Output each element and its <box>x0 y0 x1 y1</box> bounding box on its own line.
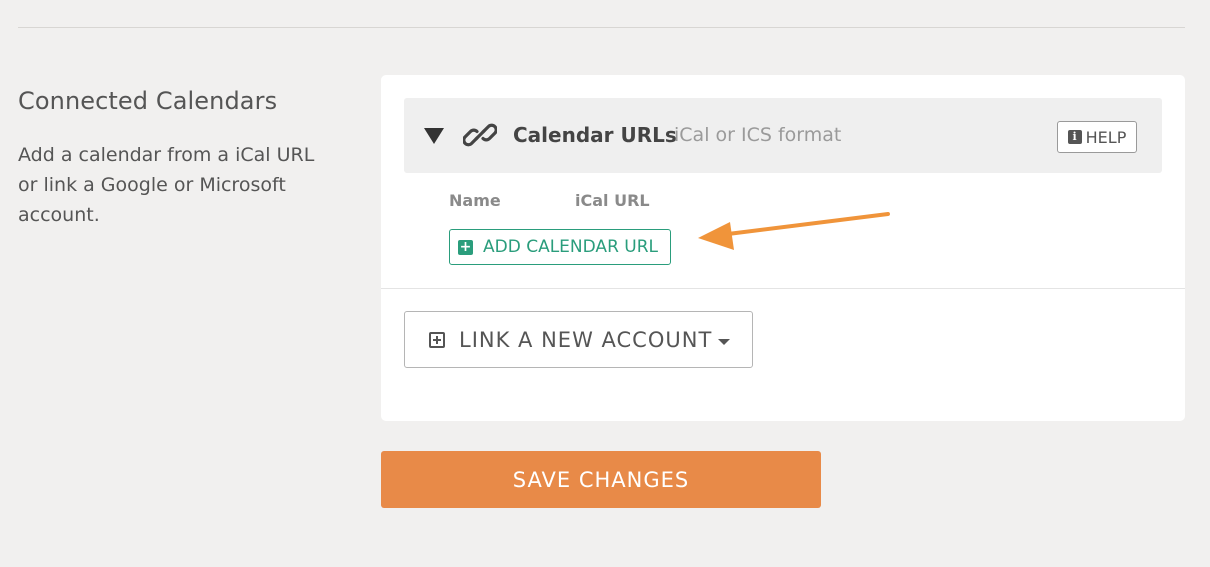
help-label: HELP <box>1085 127 1127 147</box>
help-button[interactable]: i HELP <box>1057 121 1137 153</box>
chain-link-icon <box>463 123 497 147</box>
add-calendar-url-label: ADD CALENDAR URL <box>483 237 659 257</box>
calendar-urls-title: Calendar URLs <box>513 123 677 147</box>
calendar-urls-header: Calendar URLs iCal or ICS format i HELP <box>404 98 1162 173</box>
column-header-ical-url: iCal URL <box>575 191 650 210</box>
triangle-down-icon[interactable] <box>424 128 444 144</box>
link-new-account-label: LINK A NEW ACCOUNT <box>459 327 713 352</box>
info-icon: i <box>1067 130 1082 144</box>
card-divider <box>381 288 1185 289</box>
section-description: Add a calendar from a iCal URL or link a… <box>18 144 315 226</box>
calendar-urls-subtitle: iCal or ICS format <box>674 124 842 146</box>
plus-square-icon: + <box>458 238 473 255</box>
link-new-account-button[interactable]: LINK A NEW ACCOUNT <box>404 311 753 368</box>
top-divider <box>18 27 1185 28</box>
annotation-arrow-icon <box>698 212 890 250</box>
caret-down-icon <box>718 338 731 345</box>
column-header-name: Name <box>449 191 501 210</box>
save-changes-button[interactable]: SAVE CHANGES <box>381 451 821 508</box>
plus-square-outline-icon <box>429 331 445 348</box>
add-calendar-url-button[interactable]: + ADD CALENDAR URL <box>449 229 671 265</box>
section-title: Connected Calendars <box>18 87 278 115</box>
